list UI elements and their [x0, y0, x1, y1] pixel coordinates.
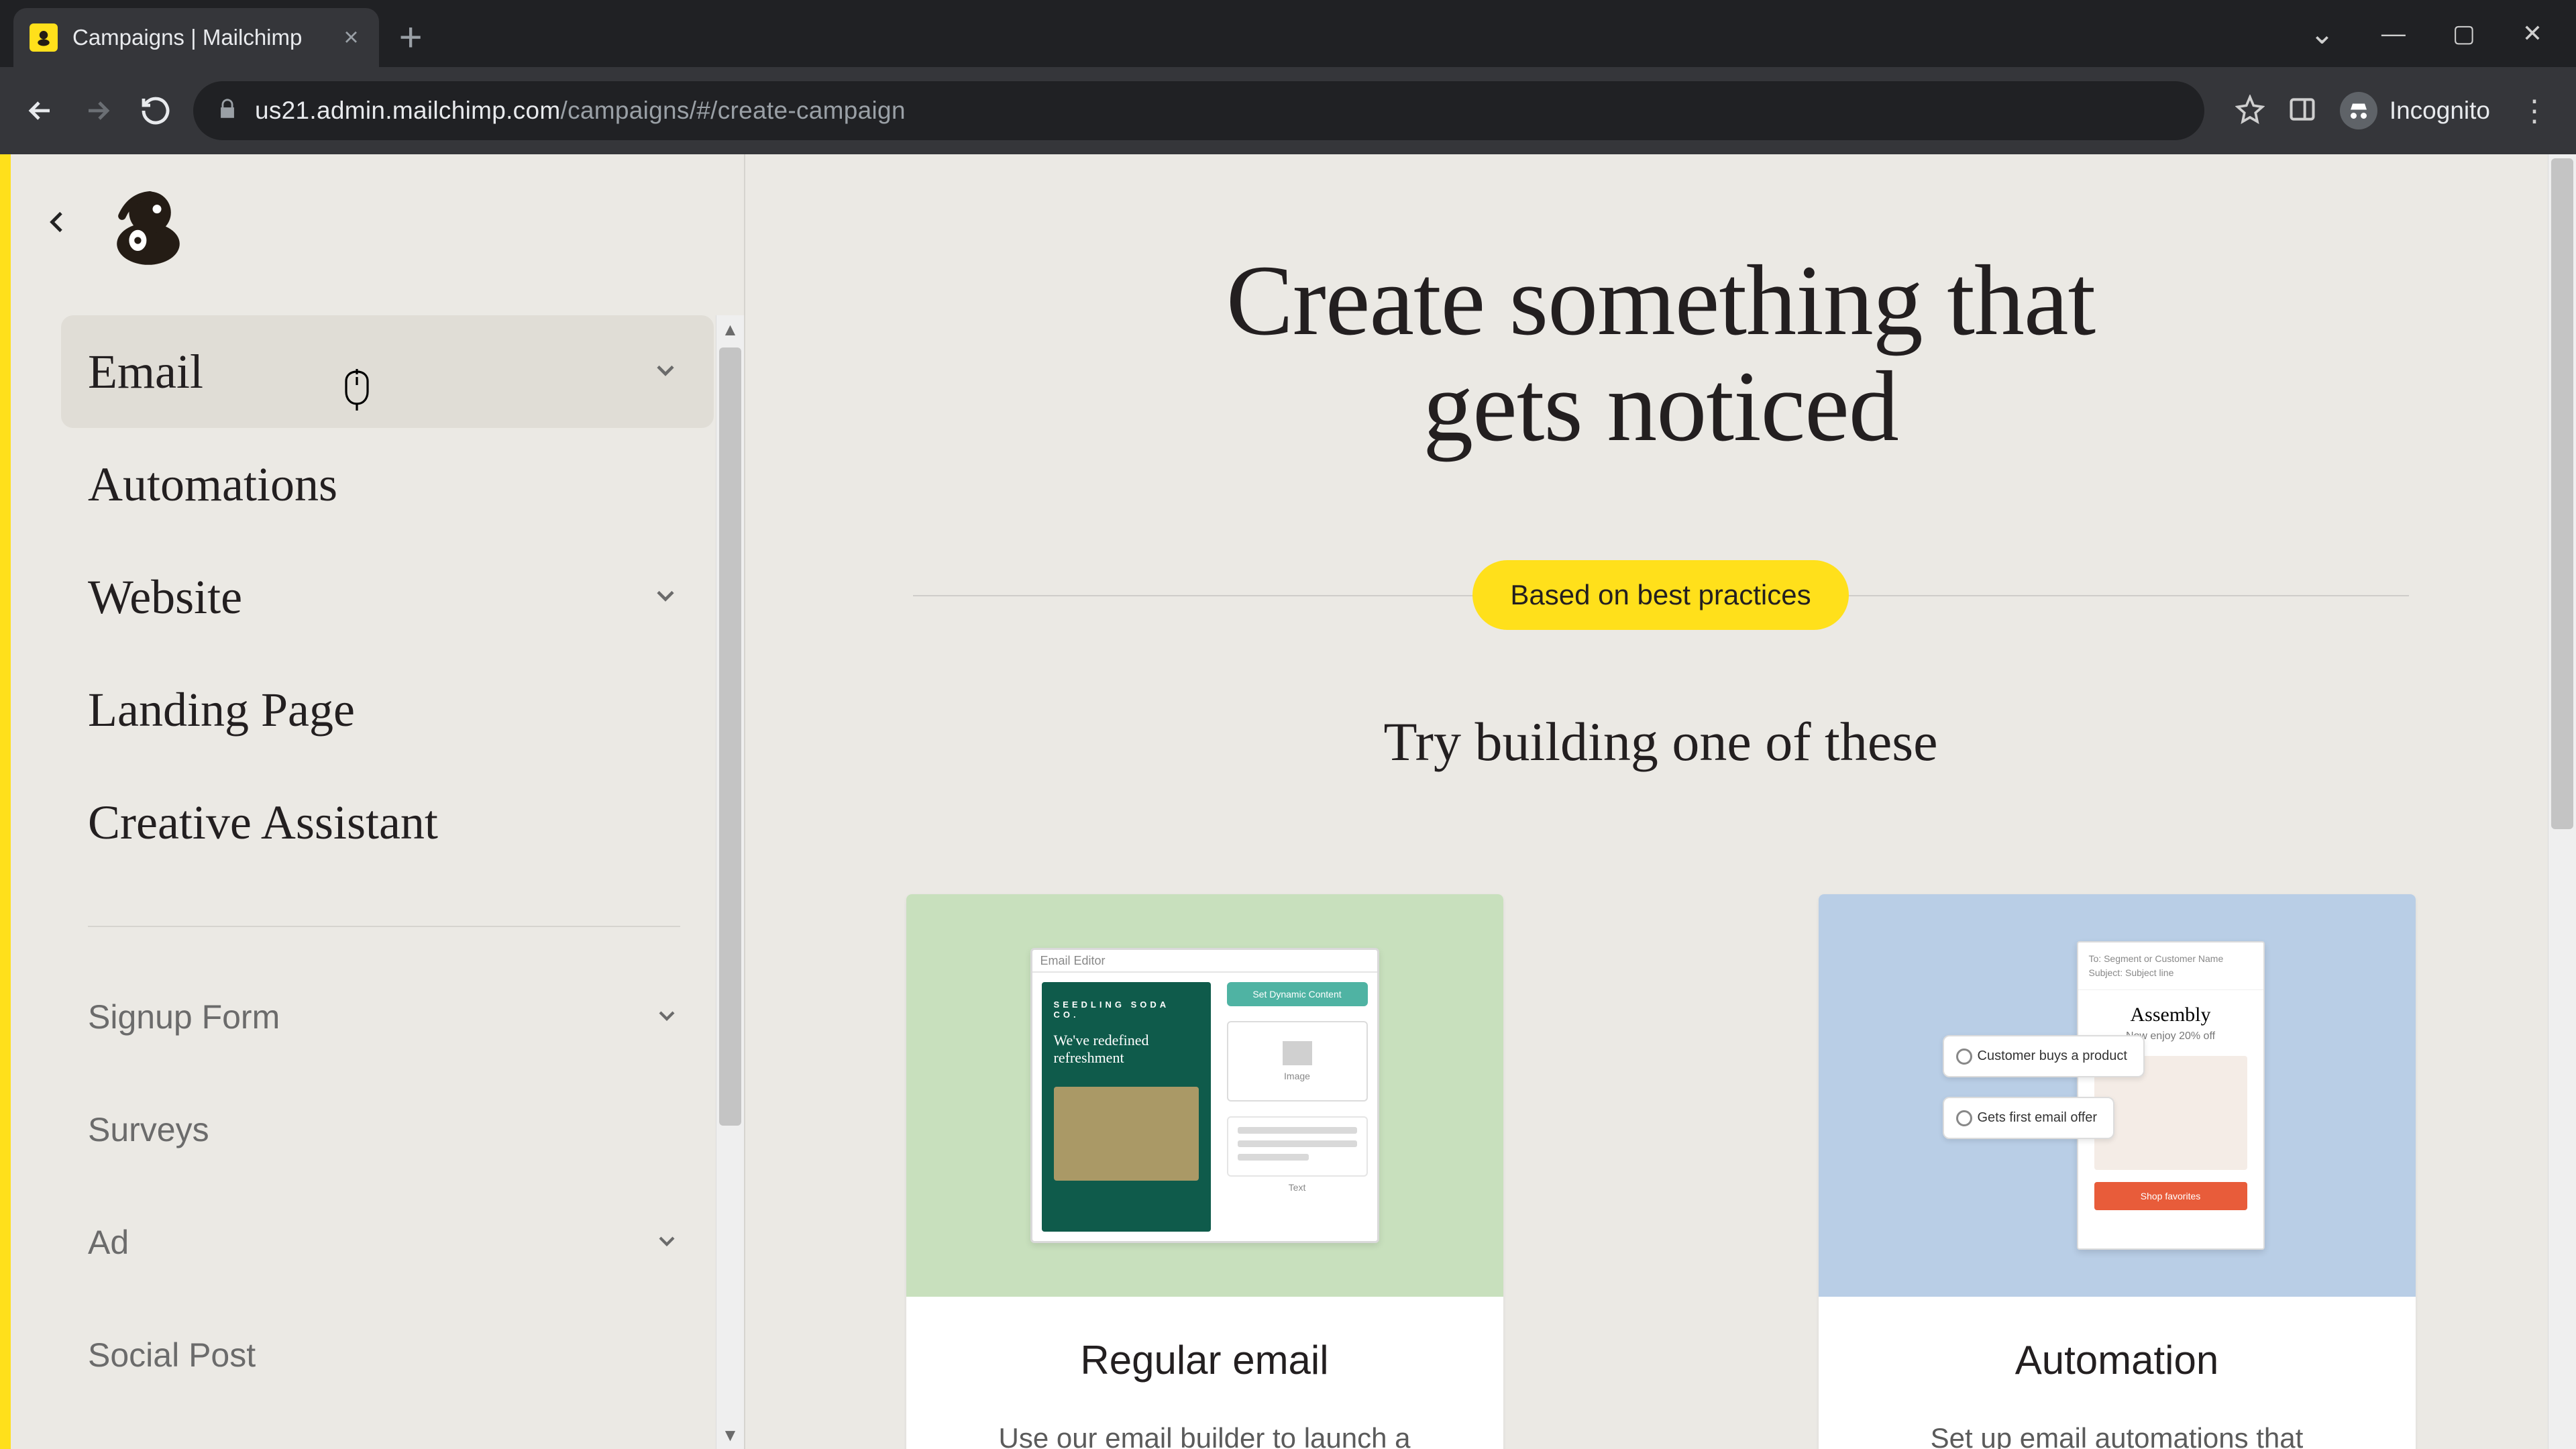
card-title: Automation — [1859, 1337, 2375, 1383]
mailchimp-logo-icon[interactable] — [105, 181, 192, 268]
sidebar-item-automations[interactable]: Automations — [61, 428, 714, 541]
card-preview: To: Segment or Customer NameSubject: Sub… — [1819, 894, 2416, 1297]
main-content: Create something that gets noticed Based… — [745, 154, 2576, 1449]
side-panel-icon[interactable] — [2288, 95, 2317, 127]
card-preview: Email Editor SEEDLING SODA CO. We've red… — [906, 894, 1503, 1297]
sidebar-scrollbar[interactable]: ▲ ▼ — [716, 315, 744, 1449]
chevron-down-icon — [653, 1228, 680, 1258]
scrollbar-thumb[interactable] — [719, 347, 741, 1126]
chevron-down-icon — [651, 356, 680, 388]
chevron-down-icon — [651, 581, 680, 614]
new-tab-button[interactable]: + — [399, 7, 423, 60]
bookmark-icon[interactable] — [2235, 95, 2265, 127]
back-button[interactable] — [20, 91, 60, 131]
browser-menu-icon[interactable]: ⋮ — [2513, 94, 2556, 128]
card-description: Set up email automations that personaliz… — [1859, 1417, 2375, 1449]
card-title: Regular email — [947, 1337, 1463, 1383]
close-window-button[interactable]: ✕ — [2522, 19, 2542, 48]
incognito-indicator: Incognito — [2340, 92, 2490, 129]
maximize-button[interactable]: ▢ — [2453, 19, 2475, 48]
sidebar-item-website[interactable]: Website — [61, 541, 714, 653]
hero-heading: Create something that gets noticed — [745, 248, 2576, 460]
scroll-down-icon[interactable]: ▼ — [716, 1421, 744, 1449]
sidebar-item-email[interactable]: Email — [61, 315, 714, 428]
sidebar-back-button[interactable] — [44, 207, 71, 244]
main-scrollbar[interactable] — [2548, 154, 2576, 1449]
tab-title: Campaigns | Mailchimp — [72, 25, 302, 50]
best-practices-pill: Based on best practices — [1472, 560, 1848, 630]
tabs-dropdown-icon[interactable]: ⌄ — [2310, 17, 2334, 51]
card-automation[interactable]: To: Segment or Customer NameSubject: Sub… — [1819, 894, 2416, 1449]
browser-tab[interactable]: Campaigns | Mailchimp × — [13, 8, 379, 67]
accent-strip — [0, 154, 11, 1449]
sidebar-item-surveys[interactable]: Surveys — [61, 1073, 714, 1186]
browser-tab-strip: Campaigns | Mailchimp × + ⌄ ― ▢ ✕ — [0, 0, 2576, 67]
scrollbar-thumb[interactable] — [2551, 158, 2573, 829]
window-controls: ⌄ ― ▢ ✕ — [2310, 0, 2576, 67]
close-tab-icon[interactable]: × — [343, 25, 358, 50]
sidebar-divider — [88, 926, 680, 927]
browser-toolbar: us21.admin.mailchimp.com/campaigns/#/cre… — [0, 67, 2576, 154]
sidebar-item-signup-form[interactable]: Signup Form — [61, 961, 714, 1073]
sidebar-item-landing-page[interactable]: Landing Page — [61, 653, 714, 766]
card-description: Use our email builder to launch a campai… — [947, 1417, 1463, 1449]
sidebar-item-ad[interactable]: Ad — [61, 1186, 714, 1299]
chevron-down-icon — [653, 1002, 680, 1032]
reload-button[interactable] — [136, 91, 176, 131]
lock-icon — [216, 98, 239, 124]
sidebar-item-creative-assistant[interactable]: Creative Assistant — [61, 766, 714, 879]
minimize-button[interactable]: ― — [2381, 19, 2406, 48]
forward-button[interactable] — [78, 91, 118, 131]
favicon-icon — [30, 23, 58, 52]
card-regular-email[interactable]: Email Editor SEEDLING SODA CO. We've red… — [906, 894, 1503, 1449]
sidebar: Email Automations Website Landing Page C… — [11, 154, 745, 1449]
address-bar[interactable]: us21.admin.mailchimp.com/campaigns/#/cre… — [193, 81, 2204, 140]
subheading: Try building one of these — [745, 710, 2576, 773]
url-text: us21.admin.mailchimp.com/campaigns/#/cre… — [255, 97, 906, 125]
sidebar-item-social-post[interactable]: Social Post — [61, 1299, 714, 1411]
incognito-icon — [2340, 92, 2377, 129]
scroll-up-icon[interactable]: ▲ — [716, 315, 744, 343]
